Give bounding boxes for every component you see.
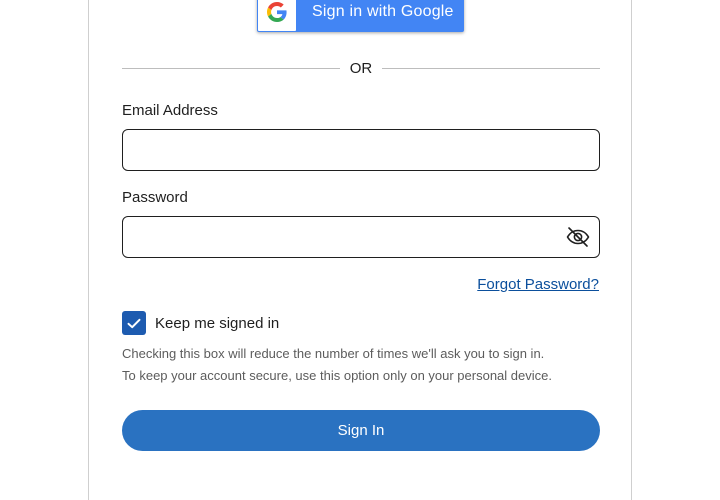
keep-signed-in-checkbox[interactable] [122,311,146,335]
or-divider: OR [122,58,600,78]
divider-line-left [122,67,340,69]
keep-signed-in-label: Keep me signed in [155,315,280,332]
password-field[interactable] [122,216,600,258]
email-label: Email Address [122,102,218,119]
email-field[interactable] [122,129,600,171]
divider-line-right [382,67,600,69]
keep-signed-in-help-line-1: Checking this box will reduce the number… [122,346,545,361]
google-g-icon [258,0,296,31]
password-label: Password [122,189,188,206]
google-sign-in-button[interactable]: Sign in with Google [257,0,464,32]
sign-in-button[interactable]: Sign In [122,410,600,451]
keep-signed-in-help-line-2: To keep your account secure, use this op… [122,368,552,383]
or-text: OR [349,59,373,77]
eye-slash-icon[interactable] [566,226,590,248]
sign-in-label: Sign In [337,422,385,439]
forgot-password-link[interactable]: Forgot Password? [477,276,599,293]
checkmark-icon [127,318,141,328]
google-sign-in-label: Sign in with Google [312,3,454,20]
